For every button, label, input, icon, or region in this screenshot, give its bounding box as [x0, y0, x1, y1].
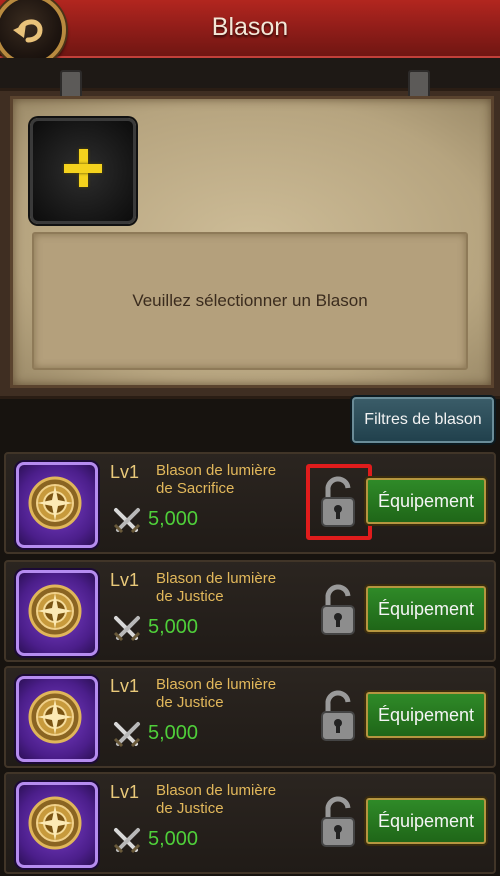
blason-emblem-icon[interactable] — [16, 462, 98, 548]
crossed-swords-icon — [112, 720, 142, 750]
blason-name: Blason de lumière de Justice — [156, 782, 306, 818]
info-box: Veuillez sélectionner un Blason — [32, 232, 468, 370]
blason-power: 5,000 — [148, 828, 199, 850]
equip-button[interactable]: Équipement — [366, 478, 486, 524]
unlocked-padlock-icon[interactable] — [318, 796, 358, 848]
blason-level: Lv1 — [110, 462, 140, 482]
blason-name-line2: de Justice — [156, 800, 224, 817]
blason-power: 5,000 — [148, 616, 199, 638]
blason-list-item: Lv1 Blason de lumière de Sacrifice 5,000… — [4, 452, 496, 554]
blason-list-item: Lv1 Blason de lumière de Justice 5,000 É… — [4, 772, 496, 874]
crossed-swords-icon — [112, 614, 142, 644]
equip-button[interactable]: Équipement — [366, 798, 486, 844]
header-bar: Blason — [0, 0, 500, 61]
unlocked-padlock-icon[interactable] — [318, 476, 358, 528]
blason-level: Lv1 — [110, 782, 140, 802]
page-title: Blason — [211, 13, 289, 41]
blason-name-line1: Blason de lumière — [156, 462, 277, 479]
select-prompt: Veuillez sélectionner un Blason — [132, 291, 368, 310]
blason-list-item: Lv1 Blason de lumière de Justice 5,000 É… — [4, 560, 496, 662]
blason-name-line1: Blason de lumière — [156, 570, 277, 587]
blason-power: 5,000 — [148, 508, 199, 530]
equip-button[interactable]: Équipement — [366, 586, 486, 632]
blason-list-item: Lv1 Blason de lumière de Justice 5,000 É… — [4, 666, 496, 768]
blason-power: 5,000 — [148, 722, 199, 744]
blason-name-line2: de Sacrifice — [156, 480, 235, 497]
plus-icon — [33, 121, 133, 221]
crossed-swords-icon — [112, 506, 142, 536]
crossed-swords-icon — [112, 826, 142, 856]
unlocked-padlock-icon[interactable] — [318, 690, 358, 742]
blason-name: Blason de lumière de Justice — [156, 676, 306, 712]
blason-emblem-icon[interactable] — [16, 782, 98, 868]
blason-name-line1: Blason de lumière — [156, 782, 277, 799]
blason-emblem-icon[interactable] — [16, 676, 98, 762]
blason-level: Lv1 — [110, 676, 140, 696]
blason-name: Blason de lumière de Justice — [156, 570, 306, 606]
blason-emblem-icon[interactable] — [16, 570, 98, 656]
equip-button[interactable]: Équipement — [366, 692, 486, 738]
blason-name-line2: de Justice — [156, 694, 224, 711]
filter-button[interactable]: Filtres de blason — [352, 397, 494, 443]
blason-level: Lv1 — [110, 570, 140, 590]
blason-name: Blason de lumière de Sacrifice — [156, 462, 306, 498]
unlocked-padlock-icon[interactable] — [318, 584, 358, 636]
blason-name-line2: de Justice — [156, 588, 224, 605]
blason-name-line1: Blason de lumière — [156, 676, 277, 693]
back-arrow-icon — [13, 19, 43, 43]
add-blason-slot[interactable] — [30, 118, 136, 224]
